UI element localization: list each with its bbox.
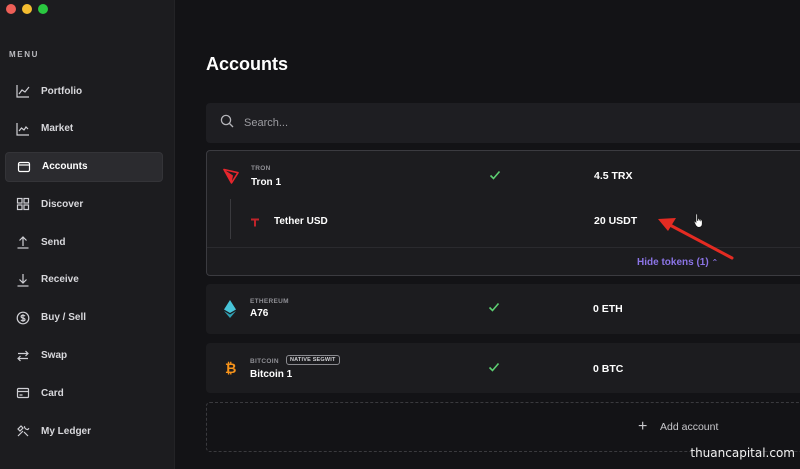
account-name: Bitcoin 1 bbox=[250, 369, 293, 380]
address-type-badge: NATIVE SEGWIT bbox=[286, 355, 340, 365]
add-account-button[interactable]: + Add account bbox=[206, 402, 800, 452]
sidebar-item-label: Receive bbox=[41, 274, 79, 286]
search-bar[interactable] bbox=[206, 103, 800, 143]
sidebar-item-my-ledger[interactable]: My Ledger bbox=[5, 416, 163, 446]
ethereum-icon bbox=[222, 299, 238, 319]
bitcoin-icon: ₿ bbox=[222, 360, 238, 377]
sidebar-item-accounts[interactable]: Accounts bbox=[5, 151, 163, 182]
main-content: Accounts TRON Tron 1 4.5 TRX Tether USD bbox=[175, 0, 800, 469]
hide-tokens-divider bbox=[207, 247, 800, 248]
sidebar-item-label: Swap bbox=[41, 350, 68, 362]
search-input[interactable] bbox=[244, 117, 644, 129]
token-name: Tether USD bbox=[274, 216, 328, 227]
add-account-label: Add account bbox=[660, 421, 719, 433]
sidebar-item-swap[interactable]: Swap bbox=[5, 341, 163, 371]
card-icon bbox=[16, 386, 30, 400]
sidebar-item-label: Market bbox=[41, 123, 74, 135]
tether-icon bbox=[249, 215, 261, 227]
hide-tokens-label: Hide tokens (1) bbox=[637, 257, 709, 268]
tron-icon bbox=[223, 168, 239, 184]
plus-icon: + bbox=[638, 418, 648, 435]
swap-arrows-icon bbox=[16, 349, 30, 363]
sidebar-item-discover[interactable]: Discover bbox=[5, 189, 163, 219]
account-chain-label: TRON bbox=[251, 165, 271, 172]
sidebar-nav: Portfolio Market Accounts Discover Send bbox=[5, 76, 163, 454]
trend-chart-icon bbox=[16, 122, 30, 136]
account-card-ethereum[interactable]: ETHEREUM A76 0 ETH bbox=[206, 284, 800, 334]
sidebar-item-label: Send bbox=[41, 236, 66, 248]
check-icon bbox=[488, 360, 500, 372]
window-controls bbox=[6, 4, 48, 14]
account-chain-label: ETHEREUM bbox=[250, 298, 289, 305]
hide-tokens-link[interactable]: Hide tokens (1) ⌃ bbox=[637, 257, 718, 268]
watermark: thuancapital.com bbox=[690, 446, 795, 460]
sidebar-item-label: Discover bbox=[41, 198, 84, 210]
sidebar-item-send[interactable]: Send bbox=[5, 227, 163, 257]
check-icon bbox=[489, 168, 501, 180]
chevron-up-icon: ⌃ bbox=[711, 258, 719, 267]
chart-line-icon bbox=[16, 84, 30, 98]
check-icon bbox=[488, 300, 500, 312]
sidebar-item-label: Accounts bbox=[42, 161, 88, 173]
sidebar-item-portfolio[interactable]: Portfolio bbox=[5, 76, 163, 106]
minimize-window-button[interactable] bbox=[22, 4, 32, 14]
close-window-button[interactable] bbox=[6, 4, 16, 14]
sidebar-item-receive[interactable]: Receive bbox=[5, 265, 163, 295]
account-card-tron[interactable]: TRON Tron 1 4.5 TRX Tether USD 20 USDT H… bbox=[206, 150, 800, 276]
account-name: Tron 1 bbox=[251, 177, 282, 188]
account-balance: 4.5 TRX bbox=[594, 170, 633, 182]
token-row-tether[interactable]: Tether USD 20 USDT bbox=[207, 201, 800, 241]
account-row[interactable]: TRON Tron 1 4.5 TRX bbox=[207, 151, 800, 201]
maximize-window-button[interactable] bbox=[38, 4, 48, 14]
sidebar-item-label: Card bbox=[41, 387, 64, 399]
arrow-down-icon bbox=[16, 273, 30, 287]
account-balance: 0 BTC bbox=[593, 363, 624, 375]
sidebar-item-label: Portfolio bbox=[41, 85, 83, 97]
account-chain-label: BITCOIN bbox=[250, 358, 279, 365]
dollar-circle-icon bbox=[16, 311, 30, 325]
account-name: A76 bbox=[250, 308, 269, 319]
svg-text:₿: ₿ bbox=[225, 361, 236, 376]
hand-cursor-icon bbox=[693, 213, 703, 228]
account-balance: 0 ETH bbox=[593, 303, 623, 315]
tools-icon bbox=[16, 424, 30, 438]
sidebar-item-label: Buy / Sell bbox=[41, 312, 87, 324]
sidebar-item-card[interactable]: Card bbox=[5, 378, 163, 408]
wallet-icon bbox=[17, 160, 31, 174]
account-card-bitcoin[interactable]: ₿ BITCOIN NATIVE SEGWIT Bitcoin 1 0 BTC bbox=[206, 343, 800, 393]
sidebar-item-market[interactable]: Market bbox=[5, 114, 163, 144]
page-title: Accounts bbox=[206, 54, 289, 74]
arrow-up-icon bbox=[16, 235, 30, 249]
token-balance: 20 USDT bbox=[594, 215, 638, 227]
sidebar: MENU Portfolio Market Accounts Discover bbox=[0, 0, 175, 469]
grid-icon bbox=[16, 197, 30, 211]
menu-label: MENU bbox=[9, 50, 39, 59]
sidebar-item-buy-sell[interactable]: Buy / Sell bbox=[5, 303, 163, 333]
search-icon bbox=[220, 114, 234, 133]
sidebar-item-label: My Ledger bbox=[41, 425, 92, 437]
